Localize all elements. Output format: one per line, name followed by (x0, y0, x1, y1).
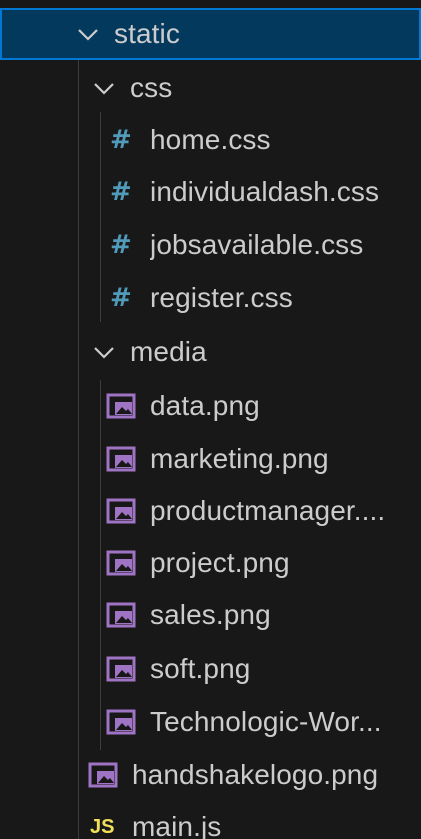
file-item[interactable]: productmanager.... (0, 485, 421, 537)
image-icon (106, 709, 136, 735)
file-item[interactable]: soft.png (0, 643, 421, 695)
file-item[interactable]: # jobsavailable.css (0, 219, 421, 271)
file-label: jobsavailable.css (150, 229, 364, 260)
image-icon (106, 446, 136, 472)
file-label: productmanager.... (150, 495, 386, 526)
file-label: home.css (150, 124, 271, 155)
hash-icon: # (110, 177, 132, 207)
file-item[interactable]: handshakelogo.png (0, 749, 421, 801)
file-label: handshakelogo.png (132, 759, 379, 790)
chevron-down-icon[interactable] (90, 338, 118, 366)
file-item[interactable]: Technologic-Wor... (0, 696, 421, 748)
folder-css[interactable]: css (0, 62, 421, 114)
file-label: main.js (132, 811, 222, 839)
file-label: data.png (150, 390, 260, 421)
image-icon (88, 762, 118, 788)
chevron-down-icon[interactable] (74, 20, 102, 48)
file-item[interactable]: data.png (0, 380, 421, 432)
hash-icon: # (110, 230, 132, 260)
image-icon (106, 602, 136, 628)
folder-static[interactable]: static (0, 8, 421, 60)
file-label: individualdash.css (150, 176, 380, 207)
file-label: Technologic-Wor... (150, 706, 382, 737)
folder-label: media (130, 336, 207, 367)
image-icon (106, 550, 136, 576)
folder-label: static (114, 18, 180, 49)
file-label: sales.png (150, 599, 271, 630)
file-explorer: static css # home.css # individualdash.c… (0, 0, 421, 839)
file-item[interactable]: marketing.png (0, 433, 421, 485)
file-item[interactable]: # home.css (0, 114, 421, 166)
image-icon (106, 498, 136, 524)
chevron-down-icon[interactable] (90, 74, 118, 102)
file-item[interactable]: sales.png (0, 589, 421, 641)
js-icon: JS (90, 815, 115, 838)
file-label: register.css (150, 282, 293, 313)
hash-icon: # (110, 283, 132, 313)
file-item[interactable]: JS main.js (0, 801, 421, 839)
image-icon (106, 656, 136, 682)
file-label: project.png (150, 547, 290, 578)
folder-label: css (130, 72, 173, 103)
file-item[interactable]: # individualdash.css (0, 166, 421, 218)
file-item[interactable]: # register.css (0, 272, 421, 324)
folder-media[interactable]: media (0, 326, 421, 378)
file-label: marketing.png (150, 443, 329, 474)
hash-icon: # (110, 125, 132, 155)
file-label: soft.png (150, 653, 251, 684)
image-icon (106, 393, 136, 419)
file-item[interactable]: project.png (0, 537, 421, 589)
